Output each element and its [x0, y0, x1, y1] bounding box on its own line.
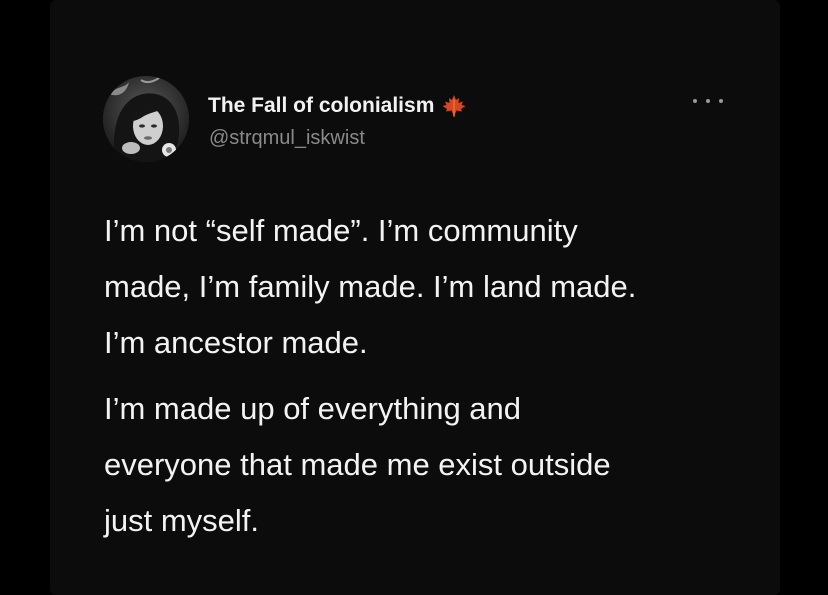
more-dot [719, 99, 723, 103]
tweet-paragraph: I’m made up of everything and everyone t… [104, 391, 611, 538]
author-name-row: The Fall of colonialism [208, 93, 467, 119]
more-dot [693, 99, 697, 103]
maple-leaf-icon [441, 94, 467, 118]
user-handle[interactable]: @strqmul_iskwist [209, 127, 365, 150]
avatar-image [103, 76, 189, 162]
tweet-text: I’m not “self made”. I’m community made,… [104, 203, 744, 549]
more-dot [706, 99, 710, 103]
more-options-icon[interactable] [693, 93, 723, 109]
display-name[interactable]: The Fall of colonialism [208, 94, 434, 118]
avatar[interactable] [103, 76, 189, 162]
screenshot-frame: The Fall of colonialism @strqmul_iskwist… [0, 0, 828, 595]
tweet-paragraph: I’m not “self made”. I’m community made,… [104, 213, 637, 360]
